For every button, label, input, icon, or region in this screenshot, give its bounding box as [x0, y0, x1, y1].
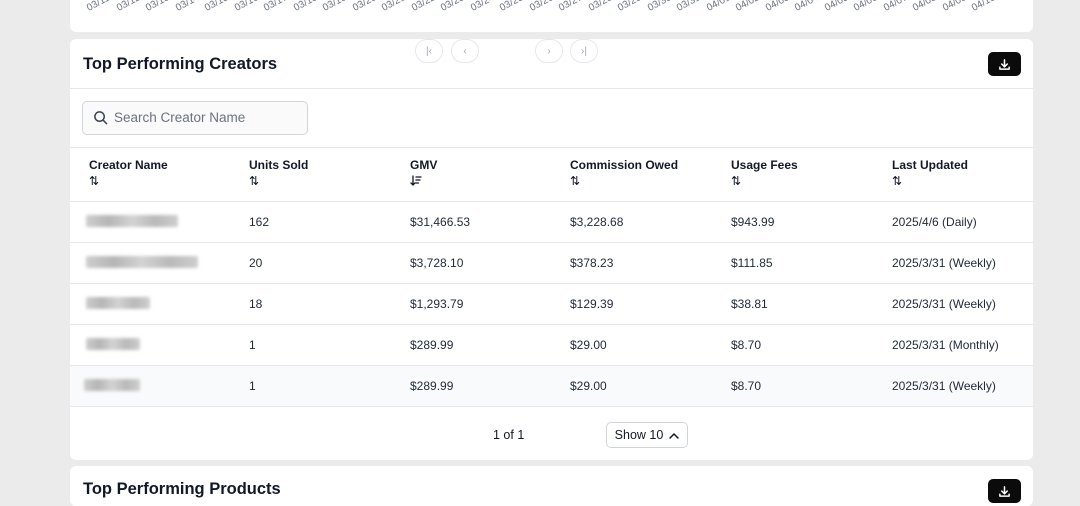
- creator-name-redacted: [86, 338, 140, 350]
- chevron-up-icon: [669, 432, 680, 439]
- column-header-commission-owed[interactable]: Commission Owed ⇅: [570, 158, 678, 187]
- column-header-last-updated[interactable]: Last Updated ⇅: [892, 158, 968, 187]
- download-button[interactable]: [988, 52, 1021, 76]
- chart-x-axis-dates: 03/11/202503/12/202503/13/202503/14/2025…: [70, 0, 1033, 32]
- previous-page-button[interactable]: ‹: [451, 39, 479, 63]
- search-box[interactable]: [82, 101, 308, 135]
- chevron-right-icon: ›: [547, 45, 551, 57]
- sort-descending-icon: [410, 175, 437, 188]
- search-icon: [94, 111, 108, 125]
- top-creators-card: Top Performing Creators Creator Name ⇅ U…: [70, 39, 1033, 460]
- first-page-button[interactable]: |‹: [415, 39, 443, 63]
- download-icon: [999, 58, 1010, 70]
- chevron-left-icon: ‹: [463, 45, 467, 57]
- top-products-card: Top Performing Products: [70, 466, 1033, 506]
- sort-icon: ⇅: [570, 174, 581, 188]
- column-header-creator-name[interactable]: Creator Name ⇅: [89, 158, 168, 187]
- creator-name-redacted: [86, 297, 150, 309]
- next-page-button[interactable]: ›: [535, 39, 563, 63]
- toolbar-divider: [70, 147, 1033, 148]
- column-header-units-sold[interactable]: Units Sold ⇅: [249, 158, 308, 187]
- creator-name-redacted: [86, 215, 178, 227]
- table-row[interactable]: 162 $31,466.53 $3,228.68 $943.99 2025/4/…: [70, 202, 1033, 243]
- page-size-select[interactable]: Show 10: [606, 422, 688, 448]
- creator-name-redacted: [86, 256, 198, 268]
- card-title: Top Performing Products: [83, 480, 281, 498]
- sort-icon: ⇅: [89, 174, 100, 188]
- chart-date-tick: 04/10/2025: [970, 0, 1019, 14]
- search-creator-input[interactable]: [114, 102, 299, 132]
- page-indicator: 1 of 1: [493, 428, 525, 442]
- card-title: Top Performing Creators: [83, 55, 278, 73]
- last-page-icon: ›|: [581, 45, 587, 57]
- column-header-usage-fees[interactable]: Usage Fees ⇅: [731, 158, 798, 187]
- download-button[interactable]: [988, 479, 1021, 503]
- sort-icon: ⇅: [249, 174, 260, 188]
- first-page-icon: |‹: [426, 45, 432, 57]
- table-row[interactable]: 1 $289.99 $29.00 $8.70 2025/3/31 (Weekly…: [70, 366, 1033, 407]
- sort-icon: ⇅: [731, 174, 742, 188]
- table-row[interactable]: 1 $289.99 $29.00 $8.70 2025/3/31 (Monthl…: [70, 325, 1033, 366]
- last-page-button[interactable]: ›|: [570, 39, 598, 63]
- header-divider: [70, 88, 1033, 89]
- creator-name-redacted: [84, 379, 140, 391]
- sales-chart-card: 03/11/202503/12/202503/13/202503/14/2025…: [70, 0, 1033, 32]
- table-row[interactable]: 20 $3,728.10 $378.23 $111.85 2025/3/31 (…: [70, 243, 1033, 284]
- table-row[interactable]: 18 $1,293.79 $129.39 $38.81 2025/3/31 (W…: [70, 284, 1033, 325]
- column-header-gmv[interactable]: GMV: [410, 158, 437, 188]
- sort-icon: ⇅: [892, 174, 903, 188]
- download-icon: [999, 485, 1010, 497]
